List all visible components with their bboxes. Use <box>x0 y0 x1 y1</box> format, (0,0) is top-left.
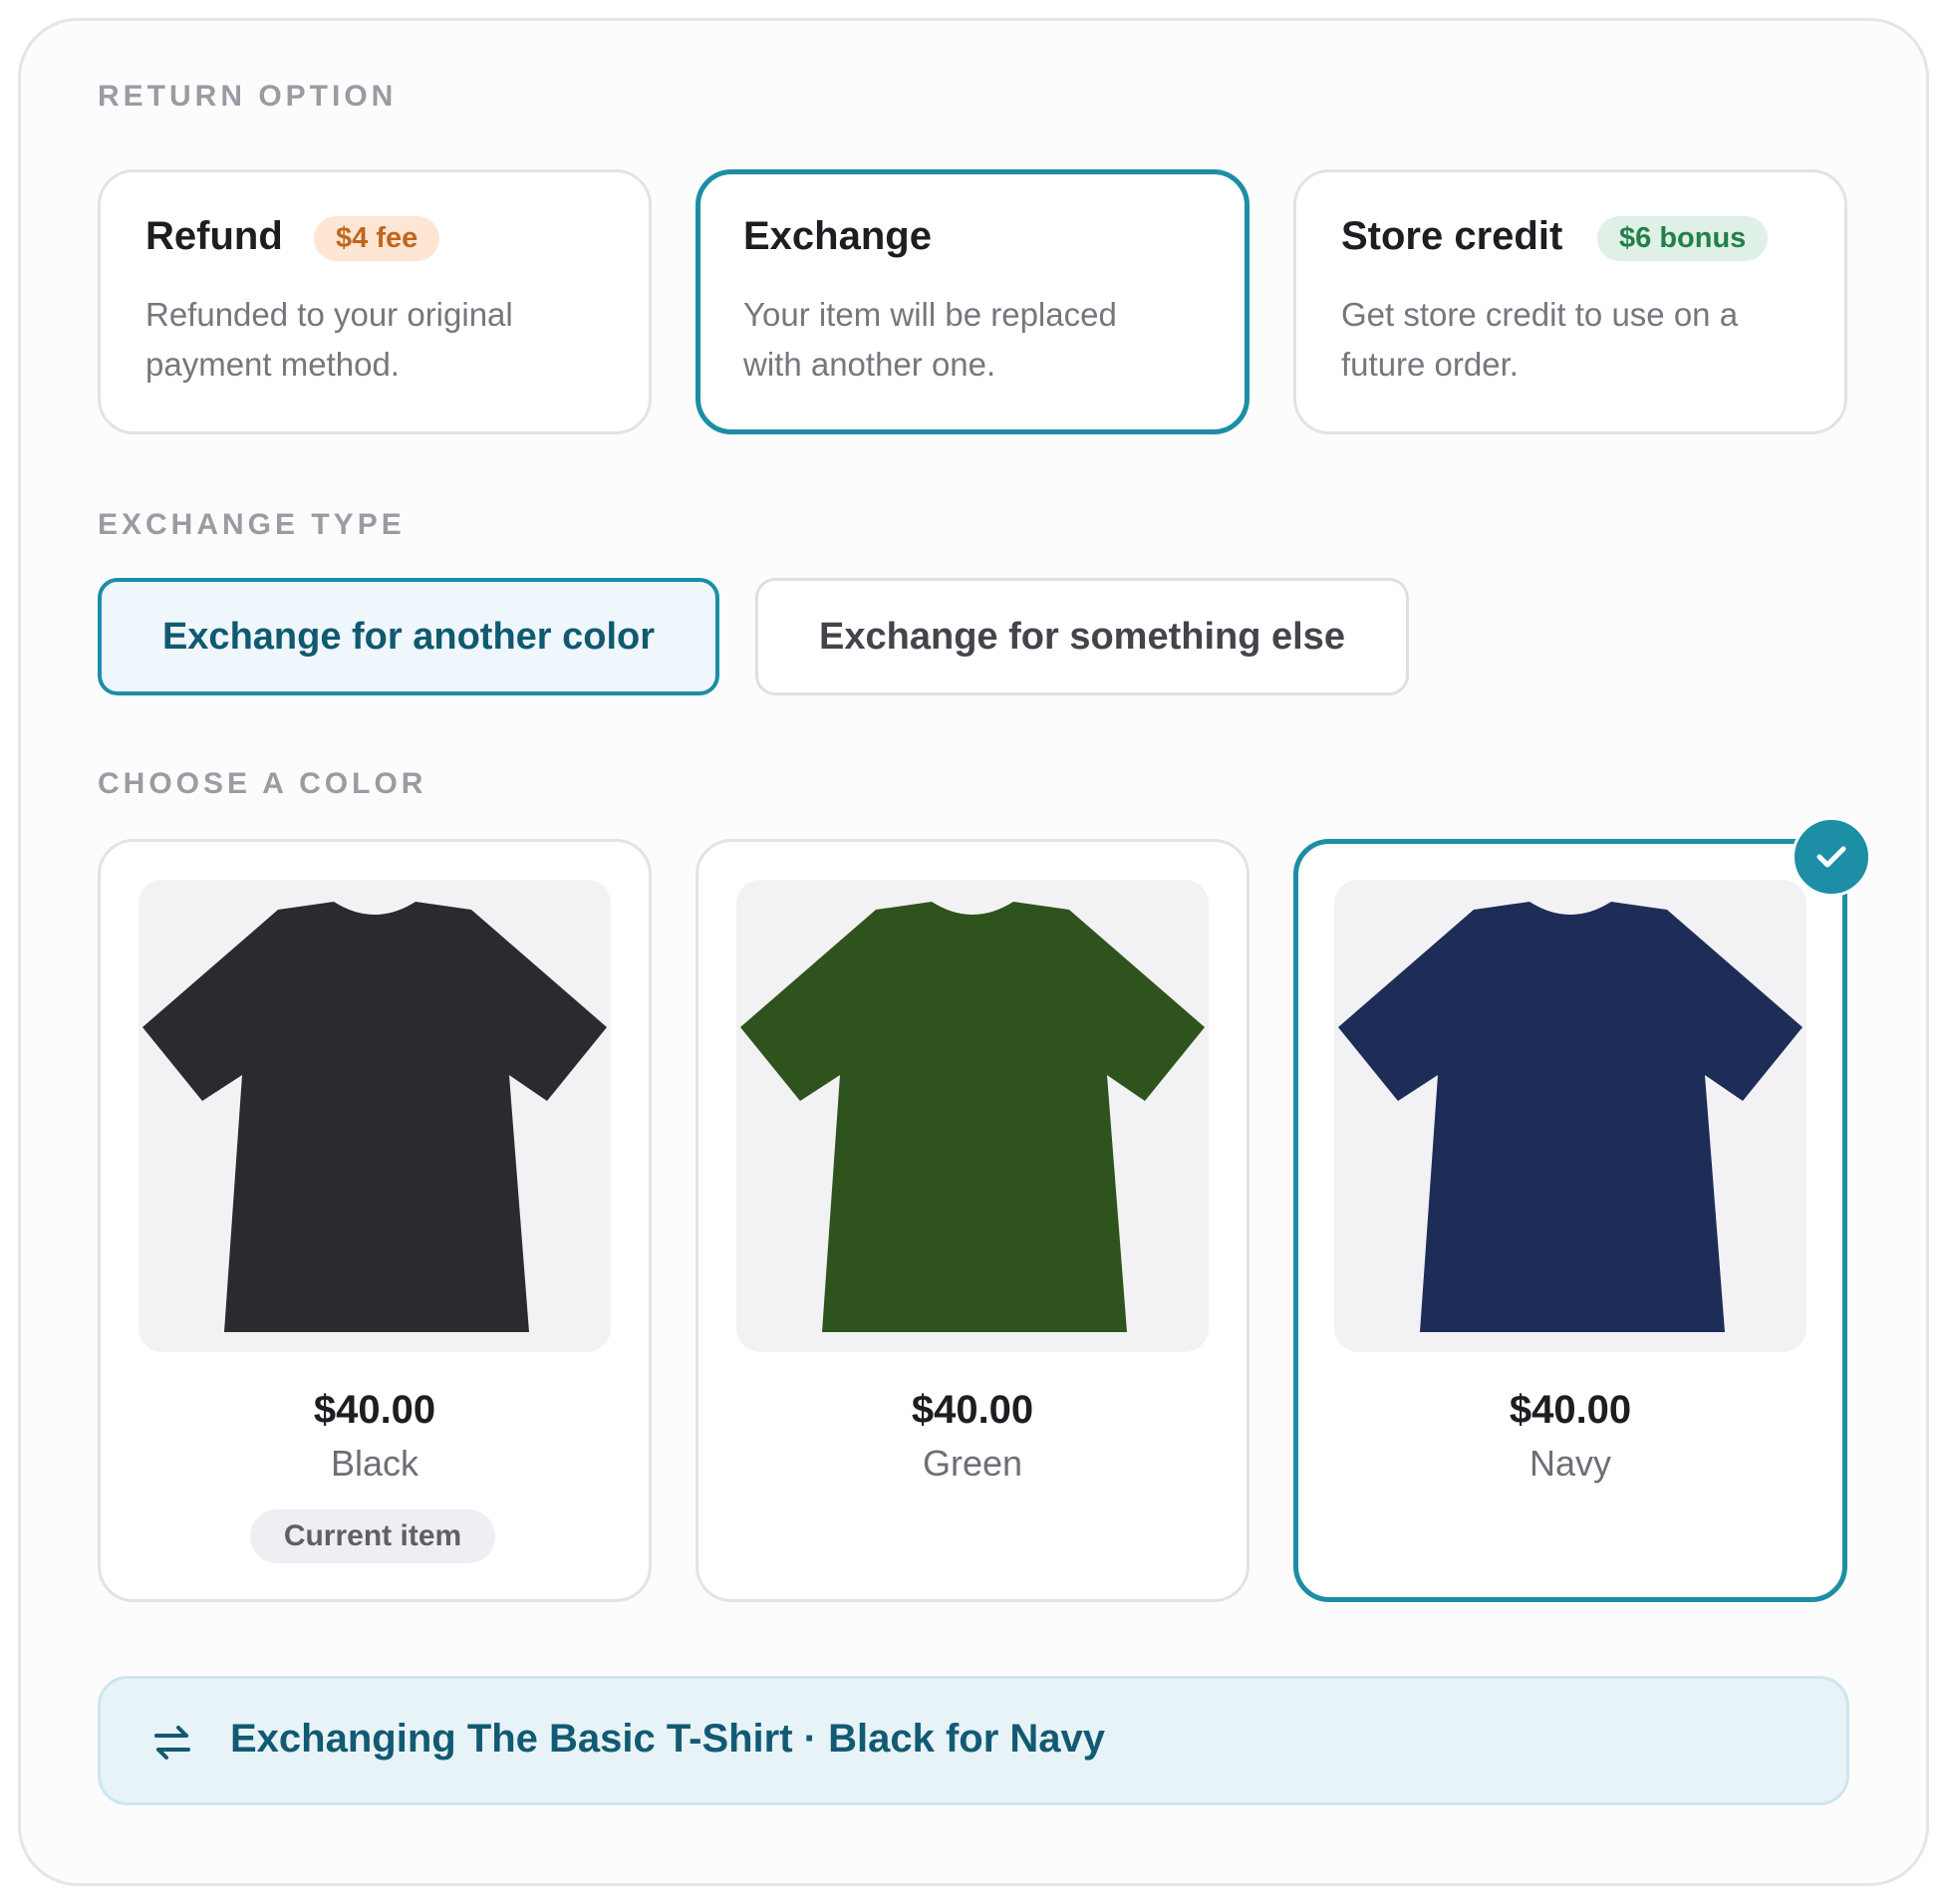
selected-check-icon <box>1792 817 1871 897</box>
fee-badge: $4 fee <box>314 216 440 261</box>
swap-arrows-icon <box>154 1726 190 1760</box>
section-label-choose-color: CHOOSE A COLOR <box>98 767 427 800</box>
option-description: Your item will be replaced with another … <box>743 296 1117 383</box>
color-card-black[interactable]: $40.00 Black Current item <box>98 839 652 1602</box>
color-card-green[interactable]: $40.00 Green <box>695 839 1250 1602</box>
option-description: Refunded to your original payment method… <box>145 296 513 383</box>
exchange-type-another-color[interactable]: Exchange for another color <box>98 578 719 695</box>
color-card-navy[interactable]: $40.00 Navy <box>1293 839 1847 1602</box>
price: $40.00 <box>313 1388 436 1432</box>
current-item-badge: Current item <box>250 1509 495 1563</box>
t-shirt-navy-image <box>1334 880 1806 1352</box>
option-title: Exchange <box>743 214 932 258</box>
return-option-store-credit[interactable]: Store credit $6 bonus Get store credit t… <box>1293 169 1847 434</box>
exchange-summary-banner: Exchanging The Basic T-Shirt · Black for… <box>98 1676 1849 1805</box>
price: $40.00 <box>1509 1388 1632 1432</box>
option-title: Store credit <box>1341 214 1563 258</box>
exchange-type-something-else[interactable]: Exchange for something else <box>755 578 1409 695</box>
return-option-exchange[interactable]: Exchange Your item will be replaced with… <box>695 169 1250 434</box>
price: $40.00 <box>911 1388 1034 1432</box>
t-shirt-black-image <box>139 880 611 1352</box>
section-label-exchange-type: EXCHANGE TYPE <box>98 508 406 541</box>
option-title: Refund <box>145 214 283 258</box>
t-shirt-green-image <box>736 880 1209 1352</box>
return-option-refund[interactable]: Refund $4 fee Refunded to your original … <box>98 169 652 434</box>
option-description: Get store credit to use on a future orde… <box>1341 296 1739 383</box>
color-name: Navy <box>1528 1443 1612 1484</box>
color-name: Green <box>922 1443 1023 1484</box>
bonus-badge: $6 bonus <box>1597 216 1769 261</box>
section-label-return-option: RETURN OPTION <box>98 80 398 113</box>
color-name: Black <box>330 1443 419 1484</box>
summary-text: Exchanging The Basic T-Shirt · Black for… <box>230 1717 1106 1761</box>
